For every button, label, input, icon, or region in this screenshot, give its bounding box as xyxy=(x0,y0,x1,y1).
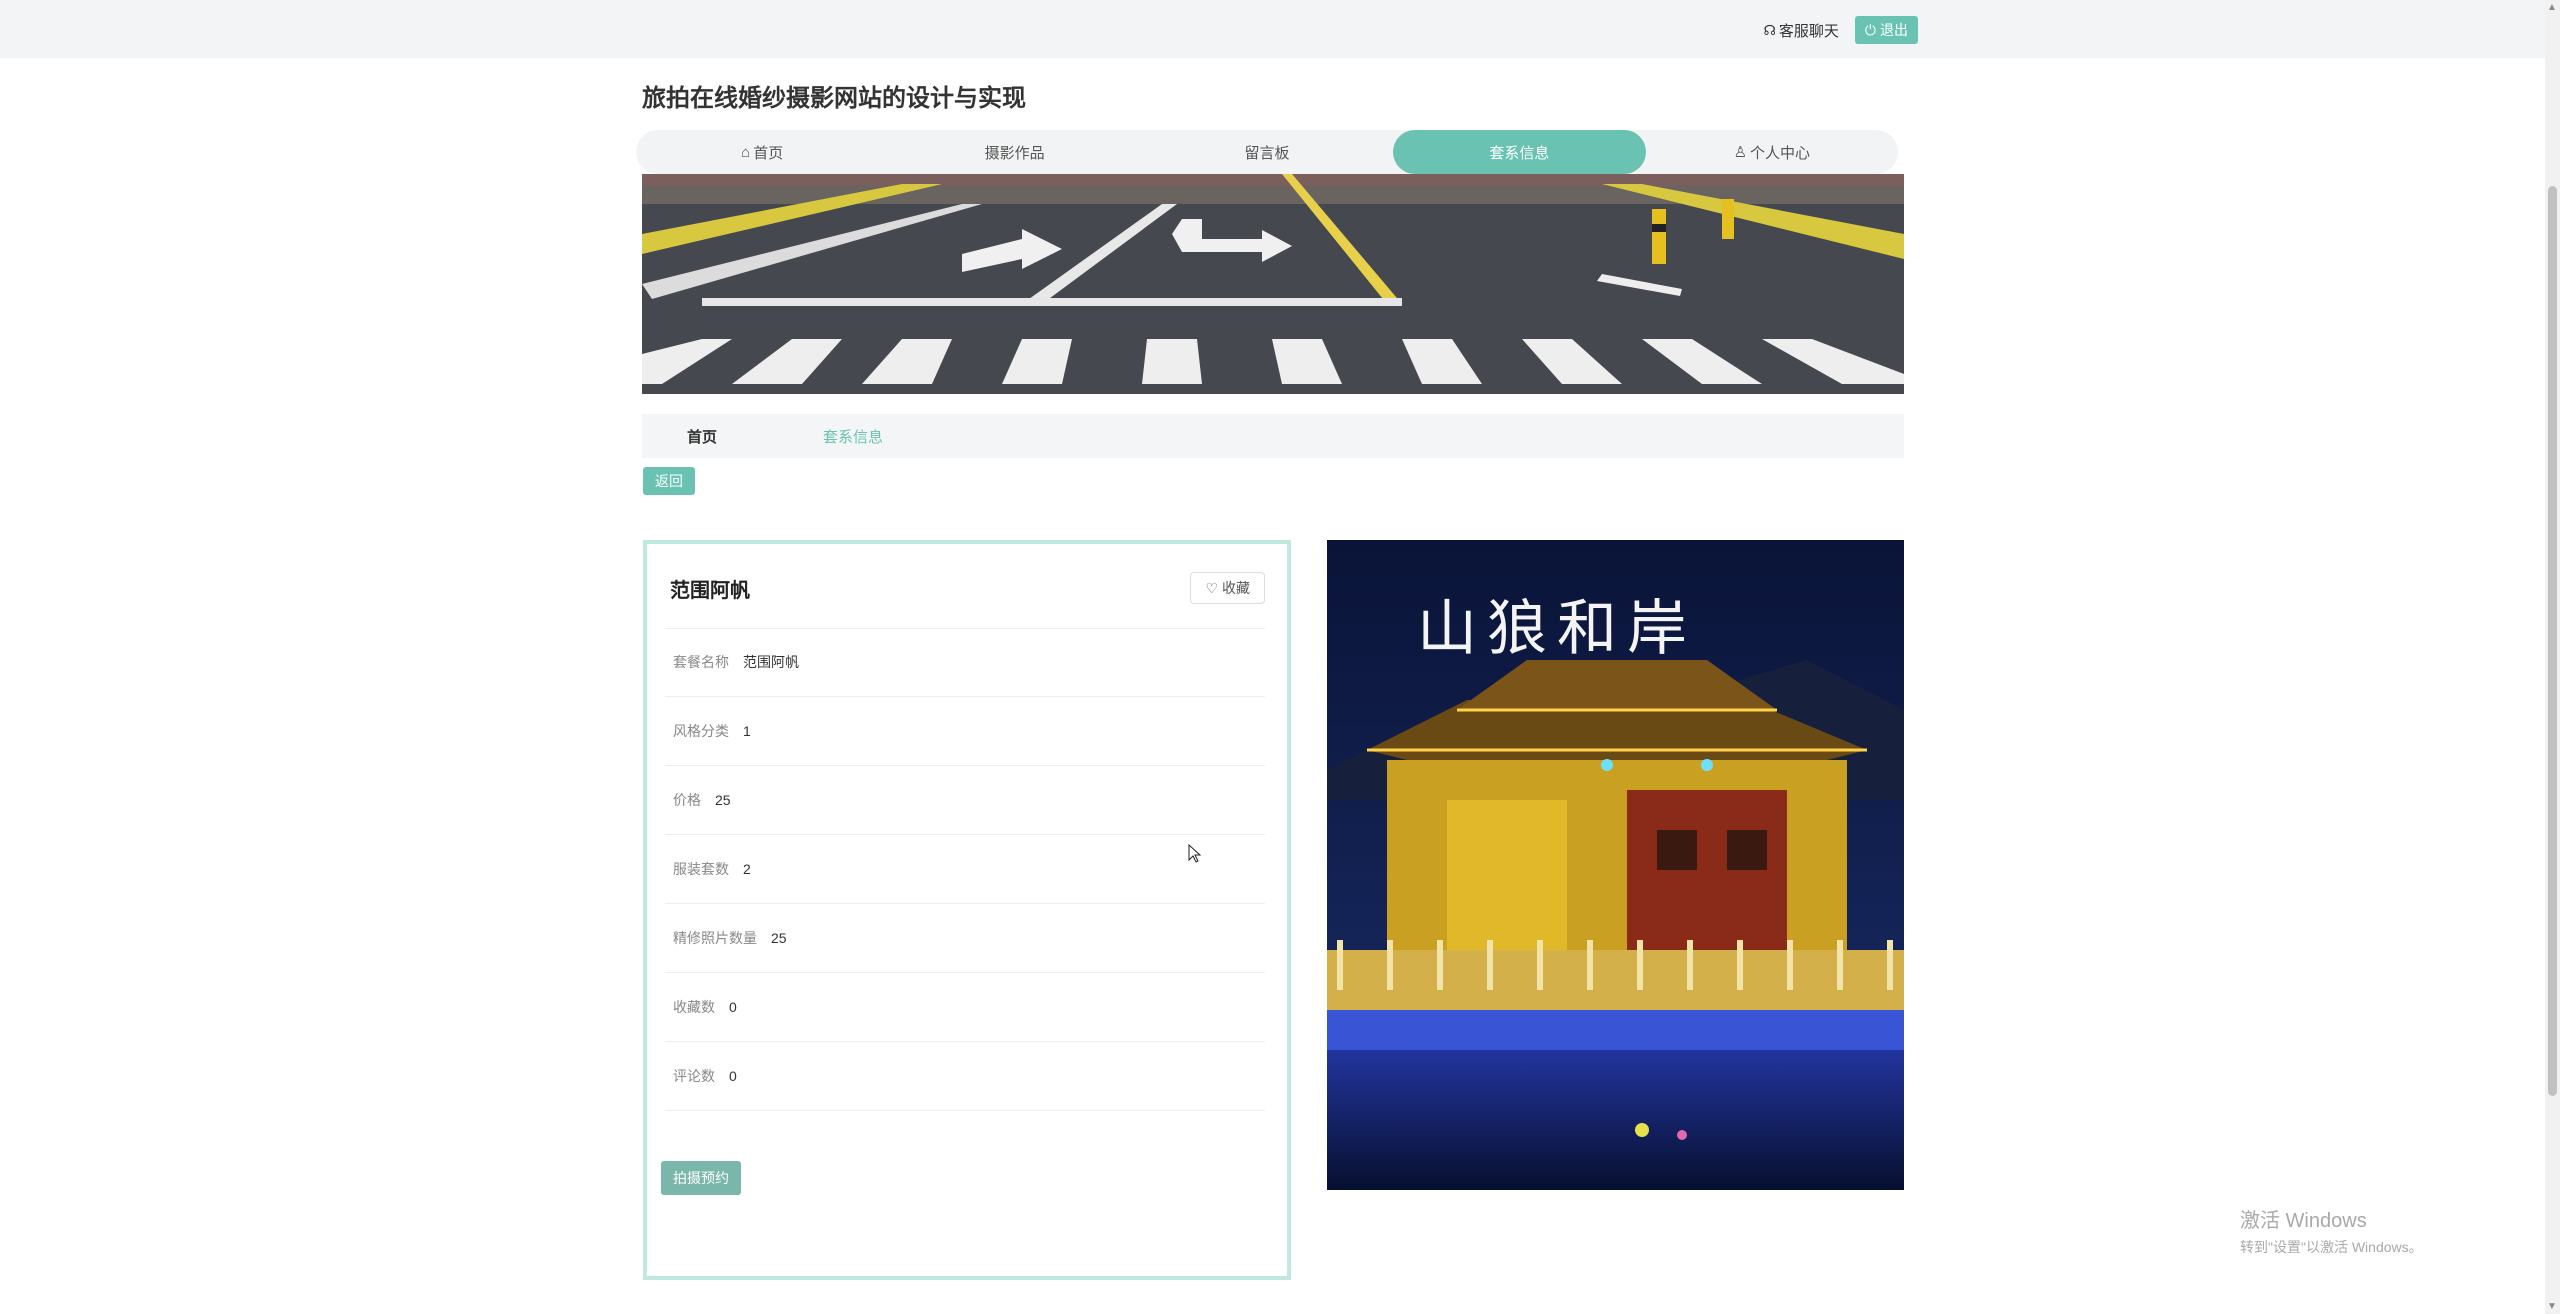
nav-label: 留言板 xyxy=(1244,144,1290,162)
package-title: 范围阿帆 xyxy=(670,580,750,602)
user-icon: ♙ xyxy=(1733,144,1748,161)
info-row-comments: 评论数 0 xyxy=(665,1042,1265,1111)
booking-button[interactable]: 拍摄预约 xyxy=(661,1161,741,1195)
favorite-label: 收藏 xyxy=(1222,580,1250,596)
field-label: 价格 xyxy=(673,792,701,808)
scroll-up-icon[interactable]: ▲ xyxy=(2547,2,2557,13)
main-nav: ⌂ 首页 摄影作品 留言板 套系信息 ♙ 个人中心 xyxy=(636,130,1898,174)
chat-label: 客服聊天 xyxy=(1778,22,1839,40)
top-actions: ☊ 客服聊天 ⏻ 退出 xyxy=(1763,16,1918,44)
page-scrollbar[interactable]: ▲ ▼ xyxy=(2545,0,2560,1314)
back-button[interactable]: 返回 xyxy=(643,467,695,495)
nav-label: 套系信息 xyxy=(1489,144,1550,162)
favorite-button[interactable]: ♡ 收藏 xyxy=(1190,572,1265,604)
power-icon: ⏻ xyxy=(1864,21,1876,38)
road-scene-illustration xyxy=(642,174,1904,394)
info-row-price: 价格 25 xyxy=(665,766,1265,835)
field-label: 收藏数 xyxy=(673,999,715,1015)
nav-label: 摄影作品 xyxy=(984,144,1045,162)
logout-label: 退出 xyxy=(1880,22,1908,38)
field-label: 精修照片数量 xyxy=(673,930,757,946)
info-list: 套餐名称 范围阿帆 风格分类 1 价格 25 服装套数 2 精修照片数量 25 … xyxy=(665,628,1265,1111)
info-row-retouched-photos: 精修照片数量 25 xyxy=(665,904,1265,973)
headset-icon: ☊ xyxy=(1763,21,1776,38)
nav-label: 首页 xyxy=(753,144,784,162)
scroll-down-icon[interactable]: ▼ xyxy=(2547,1301,2557,1312)
field-value: 2 xyxy=(743,861,751,877)
field-value: 0 xyxy=(729,1068,737,1084)
field-value: 25 xyxy=(715,792,731,808)
field-value: 1 xyxy=(743,723,751,739)
nav-item-home[interactable]: ⌂ 首页 xyxy=(636,130,888,174)
field-label: 评论数 xyxy=(673,1068,715,1084)
breadcrumb: 首页 套系信息 xyxy=(642,414,1904,458)
customer-chat-link[interactable]: ☊ 客服聊天 xyxy=(1763,20,1838,41)
nav-item-packages[interactable]: 套系信息 xyxy=(1393,130,1646,174)
field-label: 服装套数 xyxy=(673,861,729,877)
nav-item-works[interactable]: 摄影作品 xyxy=(888,130,1140,174)
info-row-style: 风格分类 1 xyxy=(665,697,1265,766)
banner-image xyxy=(642,174,1904,394)
nav-label: 个人中心 xyxy=(1750,144,1811,162)
field-value: 0 xyxy=(729,999,737,1015)
breadcrumb-current[interactable]: 套系信息 xyxy=(823,426,883,447)
breadcrumb-home[interactable]: 首页 xyxy=(687,426,717,447)
nav-item-guestbook[interactable]: 留言板 xyxy=(1141,130,1393,174)
field-value: 范围阿帆 xyxy=(743,654,799,670)
info-row-favorites: 收藏数 0 xyxy=(665,973,1265,1042)
logout-button[interactable]: ⏻ 退出 xyxy=(1854,16,1918,44)
scroll-thumb[interactable] xyxy=(2548,186,2557,1096)
photo-caption: 山狼和岸 xyxy=(1417,594,1697,664)
heart-icon: ♡ xyxy=(1205,579,1218,596)
site-title: 旅拍在线婚纱摄影网站的设计与实现 xyxy=(642,85,1026,112)
watermark-line1: 激活 Windows xyxy=(2240,1210,2367,1232)
package-photo: 山狼和岸 xyxy=(1327,540,1904,1190)
card-header: 范围阿帆 ♡ 收藏 xyxy=(665,572,1265,629)
mouse-pointer-icon xyxy=(1188,844,1202,863)
top-bar: ☊ 客服聊天 ⏻ 退出 xyxy=(0,0,2545,58)
field-label: 套餐名称 xyxy=(673,654,729,670)
watermark-line2: 转到"设置"以激活 Windows。 xyxy=(2240,1239,2423,1255)
info-row-outfits: 服装套数 2 xyxy=(665,835,1265,904)
home-icon: ⌂ xyxy=(741,143,751,161)
nav-item-profile[interactable]: ♙ 个人中心 xyxy=(1646,130,1898,174)
field-label: 风格分类 xyxy=(673,723,729,739)
info-row-package-name: 套餐名称 范围阿帆 xyxy=(665,628,1265,697)
windows-activation-watermark: 激活 Windows 转到"设置"以激活 Windows。 xyxy=(2240,1204,2423,1257)
package-detail-card: 范围阿帆 ♡ 收藏 套餐名称 范围阿帆 风格分类 1 价格 25 服装套数 2 … xyxy=(643,540,1291,1280)
field-value: 25 xyxy=(771,930,787,946)
